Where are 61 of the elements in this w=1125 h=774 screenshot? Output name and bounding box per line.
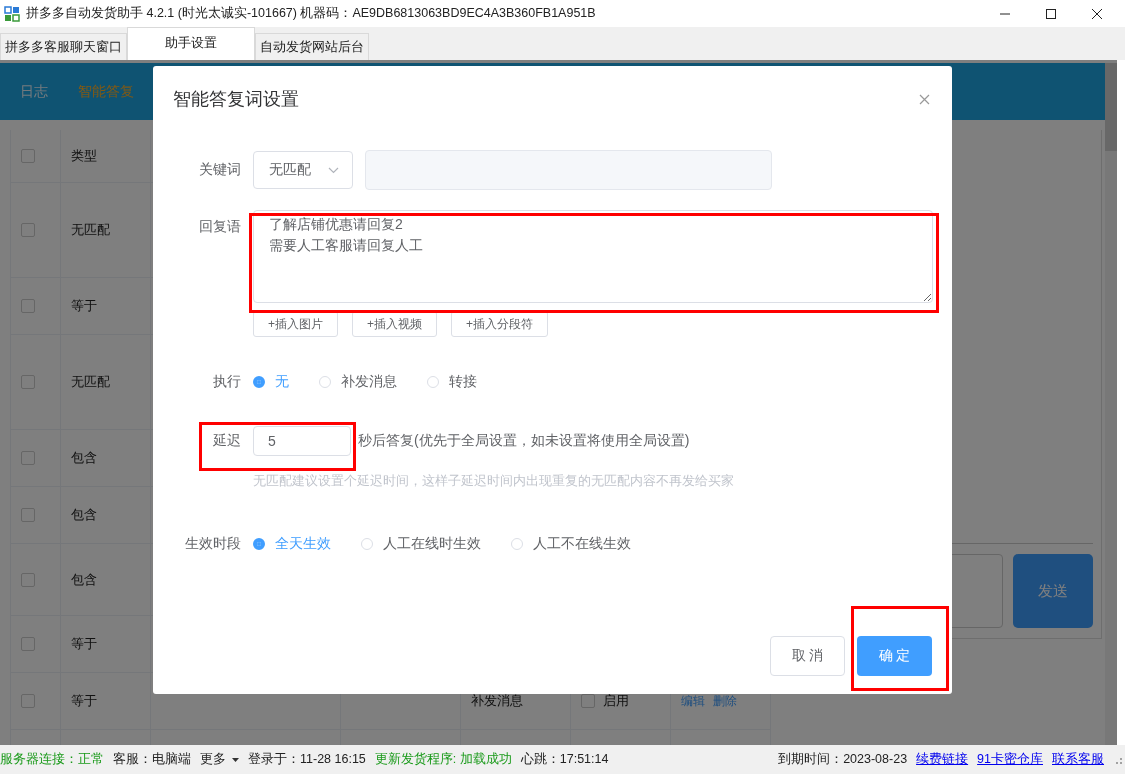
delay-input[interactable]: 5 bbox=[253, 426, 351, 456]
app-logo-icon bbox=[4, 5, 20, 22]
checkbox[interactable] bbox=[21, 375, 35, 389]
close-icon[interactable] bbox=[1091, 7, 1103, 20]
checkbox[interactable] bbox=[21, 572, 35, 587]
status-item: 登录于：11-28 16:15 bbox=[248, 751, 366, 768]
keyword-input[interactable] bbox=[365, 150, 772, 190]
checkbox-label: 启用 bbox=[603, 692, 629, 710]
checkbox[interactable] bbox=[21, 508, 35, 522]
table-cell: 包含 bbox=[71, 449, 97, 467]
hint-text: 无匹配建议设置个延迟时间，这样子延迟时间内出现重复的无匹配内容不再发给买家 bbox=[253, 472, 735, 490]
radio-option[interactable]: 转接 bbox=[427, 373, 477, 391]
status-link[interactable]: 续费链接 bbox=[916, 751, 969, 768]
status-item: 心跳：17:51:14 bbox=[520, 751, 609, 768]
insert-button[interactable]: +插入视频 bbox=[352, 311, 438, 337]
match-select[interactable]: 无匹配 bbox=[253, 151, 353, 189]
checkbox[interactable] bbox=[21, 149, 35, 163]
field-label: 执行 bbox=[212, 373, 242, 391]
field-label: 延迟 bbox=[212, 432, 242, 450]
status-item: 服务器连接：正常 bbox=[0, 751, 104, 768]
app-tab[interactable]: 自动发货网站后台 bbox=[255, 33, 369, 60]
radio-option[interactable]: 人工在线时生效 bbox=[361, 535, 481, 553]
table-cell: 等于 bbox=[71, 635, 97, 653]
field-label: 回复语 bbox=[198, 217, 242, 236]
field-label: 关键词 bbox=[198, 161, 242, 179]
insert-button[interactable]: +插入图片 bbox=[253, 311, 338, 337]
checkbox[interactable] bbox=[21, 223, 35, 237]
table-cell: 补发消息 bbox=[471, 692, 523, 710]
status-link[interactable]: 91卡密仓库 bbox=[977, 751, 1043, 768]
checkbox[interactable] bbox=[21, 694, 35, 708]
app-tab[interactable]: 助手设置 bbox=[127, 27, 255, 60]
app-tab[interactable]: 拼多多客服聊天窗口 bbox=[0, 33, 127, 60]
checkbox[interactable] bbox=[21, 299, 35, 313]
table-cell: 等于 bbox=[71, 297, 97, 315]
table-cell: 等于 bbox=[71, 692, 97, 710]
column-header: 类型 bbox=[71, 147, 97, 165]
radio-option[interactable]: 人工不在线生效 bbox=[511, 535, 631, 553]
table-cell: 无匹配 bbox=[71, 221, 110, 239]
chevron-down-icon bbox=[328, 166, 339, 174]
maximize-icon[interactable] bbox=[1045, 7, 1057, 20]
table-cell: 包含 bbox=[71, 506, 97, 524]
field-label: 生效时段 bbox=[184, 535, 242, 553]
status-item[interactable]: 更多 bbox=[200, 751, 239, 768]
reply-textarea[interactable]: 了解店铺优惠请回复2 需要人工客服请回复人工 bbox=[253, 210, 933, 303]
checkbox[interactable] bbox=[21, 451, 35, 465]
table-cell: 包含 bbox=[71, 570, 97, 589]
cancel-button[interactable]: 取 消 bbox=[770, 636, 845, 676]
window-title: 拼多多自动发货助手 4.2.1 (时光太诚实-101667) 机器码：AE9DB6813063BD9EC4A3B360FB1A951B bbox=[26, 5, 596, 22]
delay-description: 秒后答复(优先于全局设置，如未设置将使用全局设置) bbox=[358, 432, 690, 450]
radio-option[interactable]: 补发消息 bbox=[319, 373, 397, 391]
table-cell: 无匹配 bbox=[71, 373, 110, 391]
caret-icon bbox=[232, 757, 239, 762]
scrollbar[interactable] bbox=[1105, 63, 1117, 745]
status-item: 到期时间：2023-08-23 bbox=[778, 751, 908, 768]
checkbox[interactable] bbox=[581, 694, 595, 708]
status-item: 客服：电脑端 bbox=[113, 751, 191, 768]
status-link[interactable]: 联系客服 bbox=[1052, 751, 1104, 768]
insert-button[interactable]: +插入分段符 bbox=[451, 311, 549, 337]
checkbox[interactable] bbox=[21, 637, 35, 651]
status-item: 更新发货程序: 加载成功 bbox=[374, 751, 512, 768]
dialog-title: 智能答复词设置 bbox=[173, 88, 299, 111]
